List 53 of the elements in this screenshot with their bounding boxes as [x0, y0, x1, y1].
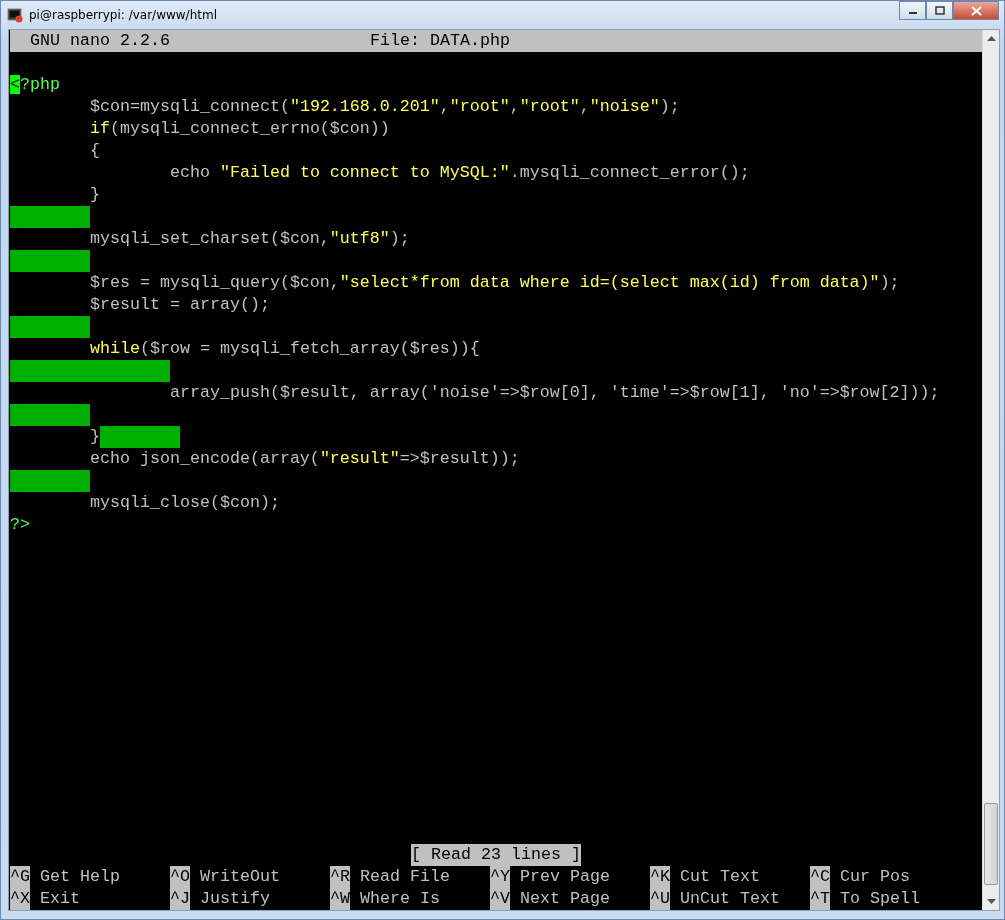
code-line: $res = mysqli_query($con,"select*from data where id=(select max(id) from data)");	[89, 272, 900, 294]
minimize-button[interactable]	[899, 1, 926, 20]
shortcut-key: ^K	[650, 866, 670, 888]
shortcut-key: ^C	[810, 866, 830, 888]
close-button[interactable]	[953, 1, 999, 20]
shortcut-label: Get Help	[40, 866, 120, 888]
shortcut-label: Justify	[200, 888, 270, 910]
code-line: $con=mysqli_connect("192.168.0.201","root","root","noise");	[89, 96, 680, 118]
scrollbar[interactable]	[982, 30, 999, 910]
code-line: }	[89, 184, 100, 206]
terminal-app-icon	[7, 7, 23, 23]
file-name: File: DATA.php	[370, 30, 510, 52]
shortcut-key: ^O	[170, 866, 190, 888]
shortcut-label: Read File	[360, 866, 450, 888]
shortcut-key: ^R	[330, 866, 350, 888]
code-line: $result = array();	[89, 294, 270, 316]
code-line: mysqli_set_charset($con,"utf8");	[89, 228, 410, 250]
code-line: while($row = mysqli_fetch_array($res)){	[89, 338, 480, 360]
editor-version: GNU nano 2.2.6	[30, 30, 171, 52]
code-line: {	[89, 140, 100, 162]
code-line: mysqli_close($con);	[89, 492, 280, 514]
code-line: ?>	[10, 514, 30, 536]
code-line: echo "Failed to connect to MySQL:".mysqli_connect_error();	[169, 162, 750, 184]
shortcut-key: ^U	[650, 888, 670, 910]
maximize-icon	[934, 6, 945, 15]
shortcut-key: ^T	[810, 888, 830, 910]
shortcut-key: ^J	[170, 888, 190, 910]
scroll-up-icon[interactable]	[986, 36, 996, 41]
shortcut-label: Prev Page	[520, 866, 610, 888]
shortcut-label: Exit	[40, 888, 80, 910]
shortcut-label: Next Page	[520, 888, 610, 910]
shortcut-label: To Spell	[840, 888, 920, 910]
code-line: }	[89, 426, 100, 448]
shortcut-label: UnCut Text	[680, 888, 780, 910]
shortcut-key: ^V	[490, 888, 510, 910]
code-line: if(mysqli_connect_errno($con))	[89, 118, 390, 140]
shortcut-label: Cur Pos	[840, 866, 910, 888]
close-icon	[970, 5, 982, 16]
code-line: <?php	[10, 74, 60, 96]
scrollbar-thumb[interactable]	[984, 803, 998, 885]
scroll-down-icon[interactable]	[986, 899, 996, 904]
shortcut-key: ^G	[10, 866, 30, 888]
status-message: [ Read 23 lines ]	[411, 844, 581, 866]
shortcut-key: ^W	[330, 888, 350, 910]
code-line: echo json_encode(array("result"=>$result));	[89, 448, 520, 470]
shortcut-label: WriteOut	[200, 866, 280, 888]
window-title: pi@raspberrypi: /var/www/html	[29, 7, 217, 24]
code-line: array_push($result, array('noise'=>$row[0], 'time'=>$row[1], 'no'=>$row[2]));	[169, 382, 940, 404]
maximize-button[interactable]	[926, 1, 953, 20]
shortcut-label: Where Is	[360, 888, 440, 910]
shortcut-key: ^X	[10, 888, 30, 910]
shortcut-key: ^Y	[490, 866, 510, 888]
shortcut-label: Cut Text	[680, 866, 760, 888]
